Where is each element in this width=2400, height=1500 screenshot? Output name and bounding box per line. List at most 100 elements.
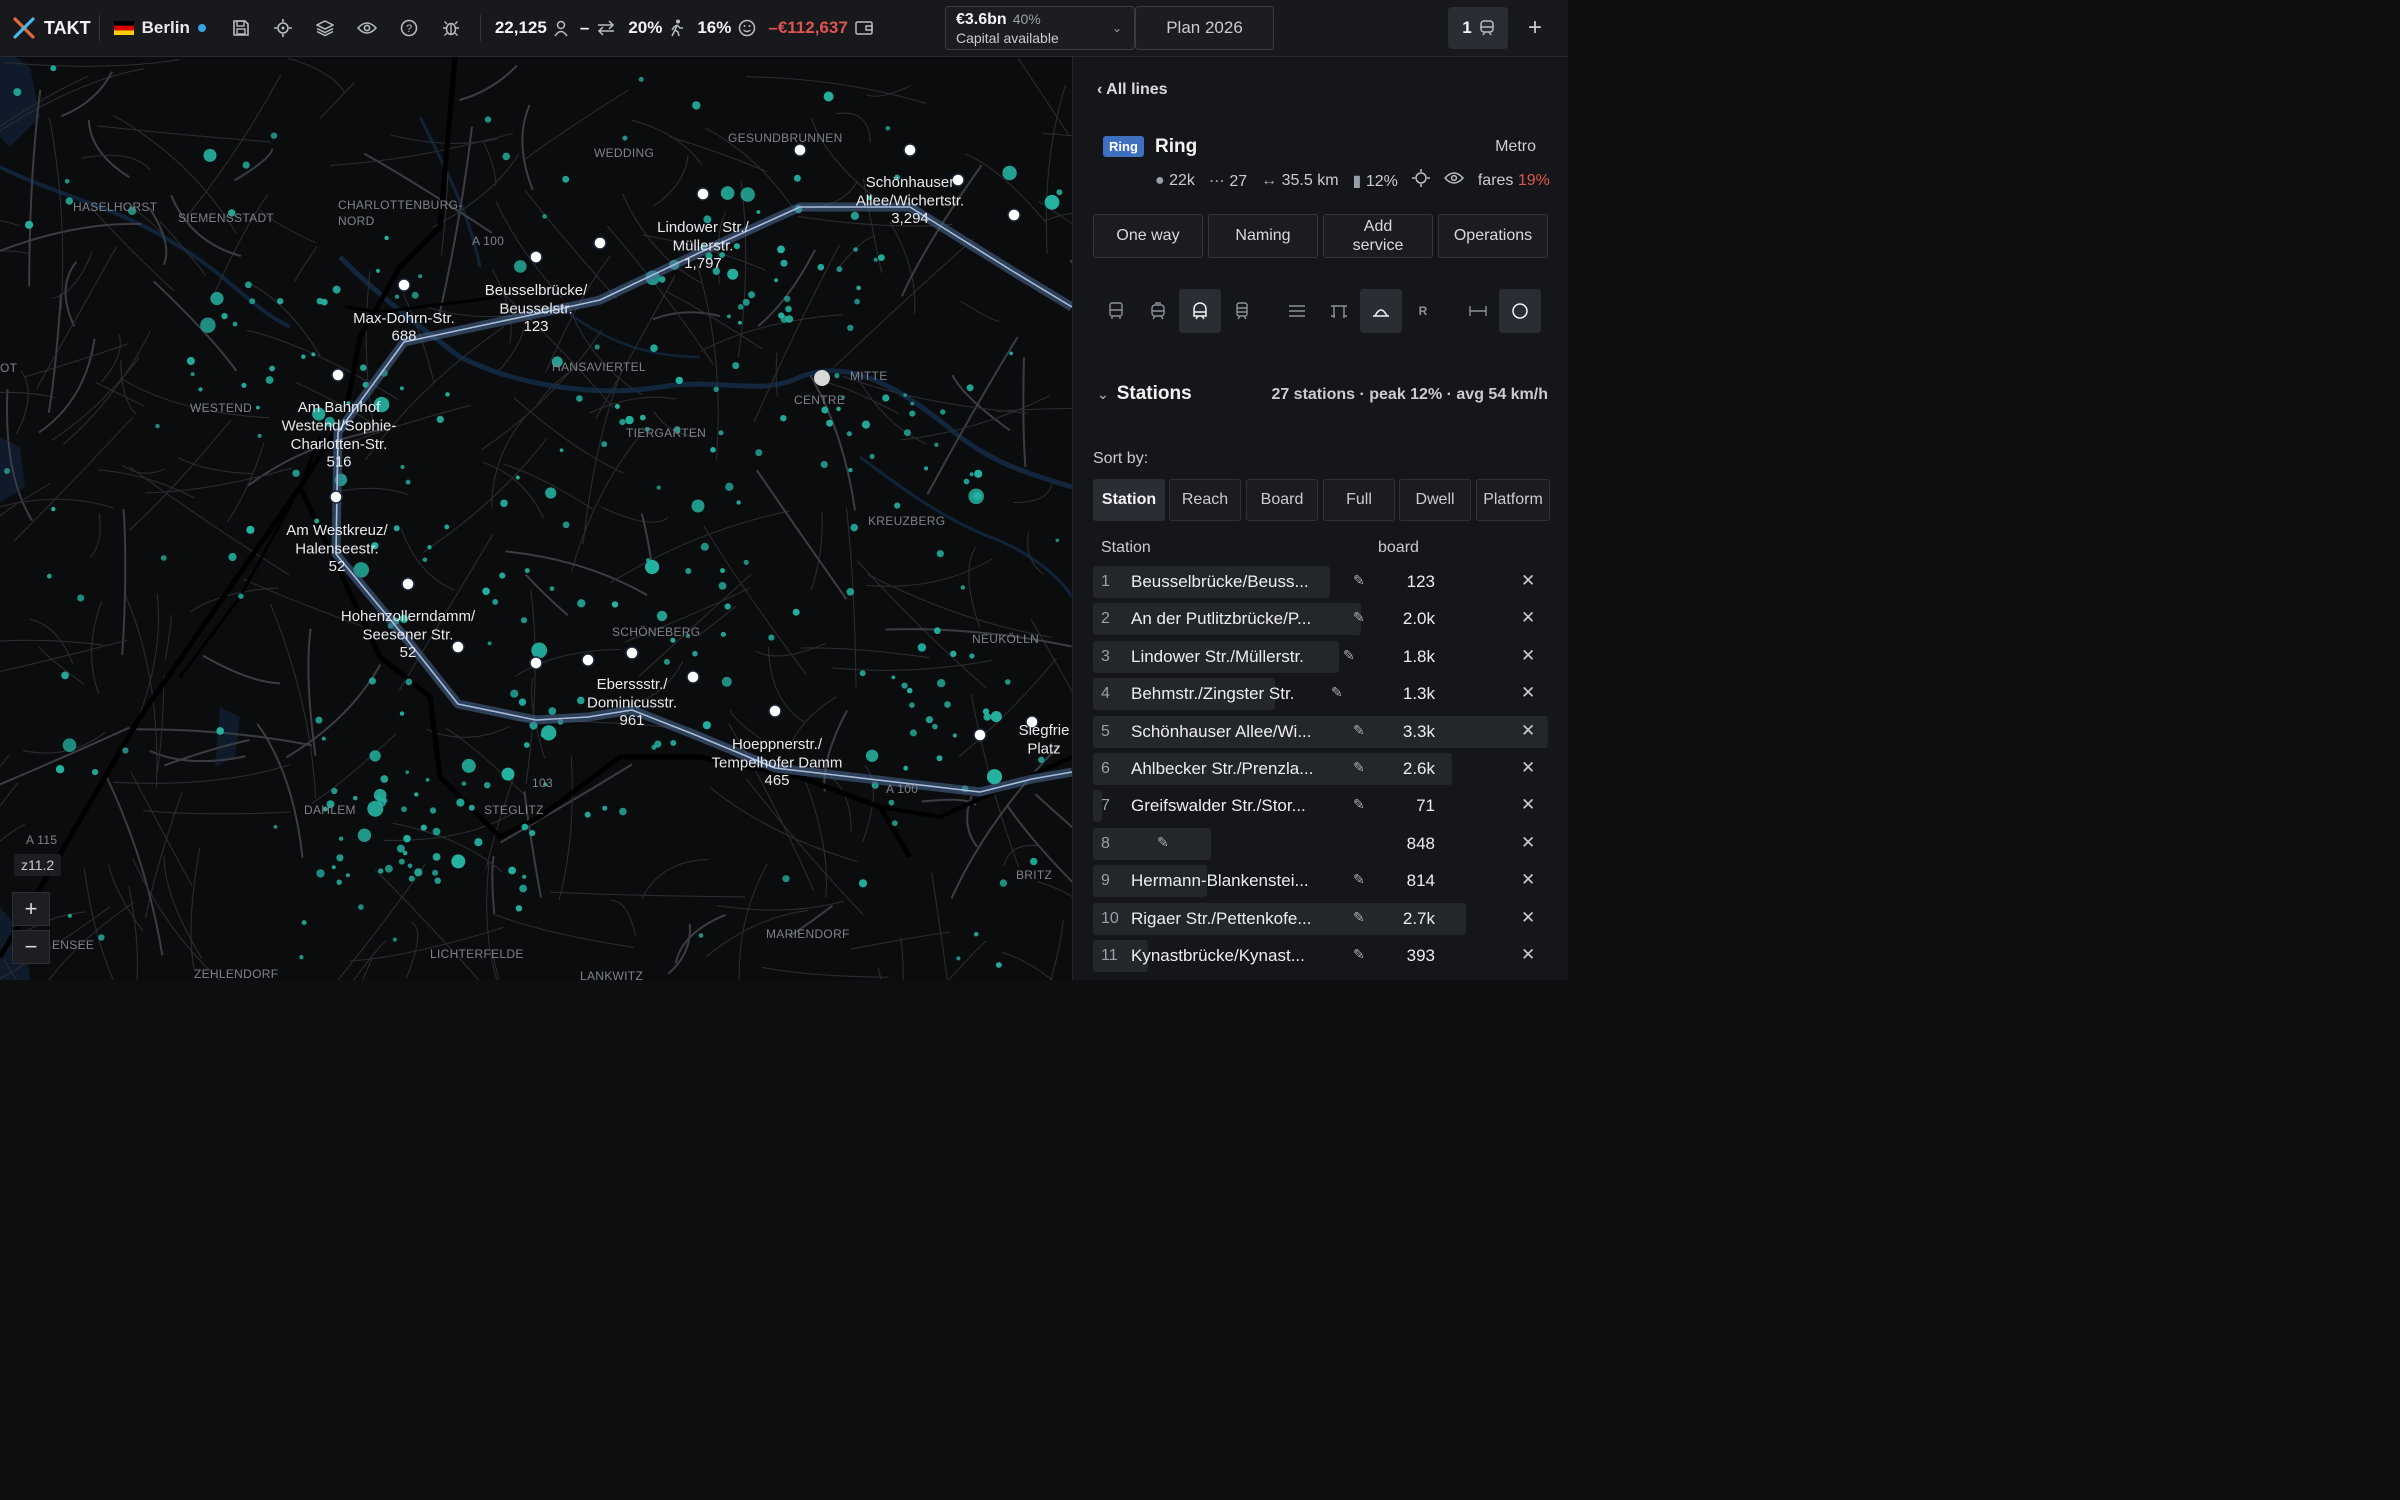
station-row[interactable]: 4 Behmstr./Zingster Str. ✎ 1.3k ✕ (1093, 678, 1548, 711)
help-icon[interactable]: ? (388, 0, 430, 57)
sort-board-button[interactable]: Board (1246, 479, 1318, 521)
station-node[interactable] (529, 250, 543, 264)
station-row[interactable]: 5 Schönhauser Allee/Wi... ✎ 3.3k ✕ (1093, 715, 1548, 748)
pencil-icon[interactable]: ✎ (1353, 722, 1365, 739)
pencil-icon[interactable]: ✎ (1353, 572, 1365, 589)
track-lines-icon[interactable] (1276, 289, 1318, 333)
lines-count-button[interactable]: 1 (1448, 7, 1508, 49)
city-selector[interactable]: Berlin (108, 0, 212, 57)
station-node[interactable] (529, 656, 543, 670)
station-row[interactable]: 10 Rigaer Str./Pettenkofe... ✎ 2.7k ✕ (1093, 902, 1548, 935)
balance-stat[interactable]: –€112,637 (762, 0, 878, 57)
sort-platform-button[interactable]: Platform (1476, 479, 1550, 521)
station-row[interactable]: 2 An der Putlitzbrücke/P... ✎ 2.0k ✕ (1093, 603, 1548, 636)
station-node[interactable] (581, 653, 595, 667)
remove-icon[interactable]: ✕ (1521, 795, 1535, 815)
fares-stat[interactable]: fares 19% (1478, 172, 1550, 190)
column-header-board[interactable]: board (1378, 539, 1419, 557)
linear-icon[interactable] (1457, 289, 1499, 333)
walking-icon (671, 19, 684, 37)
eye-icon[interactable] (1443, 171, 1464, 190)
station-node[interactable] (331, 368, 345, 382)
sort-full-button[interactable]: Full (1323, 479, 1395, 521)
map-view[interactable]: HASELHORST SIEMENSSTADT CHARLOTTENBURG- NOR… (0, 57, 1072, 980)
station-node[interactable] (593, 236, 607, 250)
stations-section-toggle[interactable]: ⌄ Stations (1097, 383, 1192, 405)
remove-icon[interactable]: ✕ (1521, 571, 1535, 591)
station-node[interactable] (973, 728, 987, 742)
remove-icon[interactable]: ✕ (1521, 758, 1535, 778)
chevron-down-icon: ⌄ (1111, 21, 1122, 35)
save-icon[interactable] (220, 0, 262, 57)
tram-icon[interactable] (1137, 289, 1179, 333)
station-row[interactable]: 1 Beusselbrücke/Beuss... ✎ 123 ✕ (1093, 566, 1548, 598)
remove-icon[interactable]: ✕ (1521, 945, 1535, 965)
app-logo[interactable]: TAKT (0, 0, 91, 57)
station-node[interactable] (451, 640, 465, 654)
one-way-button[interactable]: One way (1093, 214, 1203, 258)
line-name[interactable]: Ring (1155, 136, 1197, 158)
r-icon[interactable]: R (1402, 289, 1444, 333)
sort-dwell-button[interactable]: Dwell (1399, 479, 1471, 521)
remove-icon[interactable]: ✕ (1521, 646, 1535, 666)
station-node[interactable] (1007, 208, 1021, 222)
elevated-icon[interactable] (1318, 289, 1360, 333)
pencil-icon[interactable]: ✎ (1353, 909, 1365, 926)
station-node[interactable] (625, 646, 639, 660)
add-service-button[interactable]: Add service (1323, 214, 1433, 258)
metro-icon[interactable] (1179, 289, 1221, 333)
station-node[interactable] (696, 187, 710, 201)
station-node[interactable] (329, 490, 343, 504)
add-line-button[interactable]: + (1518, 10, 1552, 46)
station-row[interactable]: 6 Ahlbecker Str./Prenzla... ✎ 2.6k ✕ (1093, 753, 1548, 785)
station-row[interactable]: 7 Greifswalder Str./Stor... ✎ 71 ✕ (1093, 790, 1548, 823)
all-lines-link[interactable]: ‹ All lines (1097, 81, 1168, 99)
zoom-in-button[interactable]: + (12, 892, 50, 926)
station-node[interactable] (903, 143, 917, 157)
pencil-icon[interactable]: ✎ (1353, 609, 1365, 626)
remove-icon[interactable]: ✕ (1521, 683, 1535, 703)
station-row[interactable]: 3 Lindower Str./Müllerstr. ✎ 1.8k ✕ (1093, 640, 1548, 673)
naming-button[interactable]: Naming (1208, 214, 1318, 258)
sort-station-button[interactable]: Station (1093, 479, 1165, 521)
remove-icon[interactable]: ✕ (1521, 870, 1535, 890)
plan-selector[interactable]: Plan 2026 (1135, 6, 1274, 50)
tunnel-icon[interactable] (1360, 289, 1402, 333)
map-canvas[interactable]: HASELHORST SIEMENSSTADT CHARLOTTENBURG- NOR… (0, 57, 1072, 980)
capital-dropdown[interactable]: €3.6bn 40% Capital available ⌄ (945, 6, 1135, 50)
pencil-icon[interactable]: ✎ (1331, 684, 1343, 701)
station-row[interactable]: 9 Hermann-Blankenstei... ✎ 814 ✕ (1093, 865, 1548, 898)
operations-button[interactable]: Operations (1438, 214, 1548, 258)
remove-icon[interactable]: ✕ (1521, 608, 1535, 628)
bug-icon[interactable] (430, 0, 472, 57)
layers-icon[interactable] (304, 0, 346, 57)
pencil-icon[interactable]: ✎ (1157, 834, 1169, 851)
station-node[interactable] (793, 143, 807, 157)
sort-reach-button[interactable]: Reach (1169, 479, 1241, 521)
remove-icon[interactable]: ✕ (1521, 908, 1535, 928)
station-node[interactable] (686, 670, 700, 684)
locate-icon[interactable] (262, 0, 304, 57)
train-icon[interactable] (1221, 289, 1263, 333)
bus-icon[interactable] (1095, 289, 1137, 333)
locate-icon[interactable] (1411, 169, 1430, 192)
pencil-icon[interactable]: ✎ (1343, 647, 1355, 664)
remove-icon[interactable]: ✕ (1521, 721, 1535, 741)
pencil-icon[interactable]: ✎ (1353, 759, 1365, 776)
column-header-station[interactable]: Station (1101, 539, 1151, 557)
station-row[interactable]: 8 ✎ 848 ✕ (1093, 827, 1548, 860)
line-mode[interactable]: Metro (1495, 138, 1536, 156)
pencil-icon[interactable]: ✎ (1353, 796, 1365, 813)
pencil-icon[interactable]: ✎ (1353, 871, 1365, 888)
station-node[interactable] (401, 577, 415, 591)
ring-line-route[interactable] (331, 202, 1072, 797)
station-node[interactable] (397, 278, 411, 292)
station-name: Lindower Str./Müllerstr. (1131, 646, 1304, 666)
pencil-icon[interactable]: ✎ (1353, 946, 1365, 963)
eye-icon[interactable] (346, 0, 388, 57)
zoom-out-button[interactable]: − (12, 930, 50, 964)
station-row[interactable]: 11 Kynastbrücke/Kynast... ✎ 393 ✕ (1093, 940, 1548, 972)
station-node[interactable] (768, 704, 782, 718)
remove-icon[interactable]: ✕ (1521, 833, 1535, 853)
loop-icon[interactable] (1499, 289, 1541, 333)
